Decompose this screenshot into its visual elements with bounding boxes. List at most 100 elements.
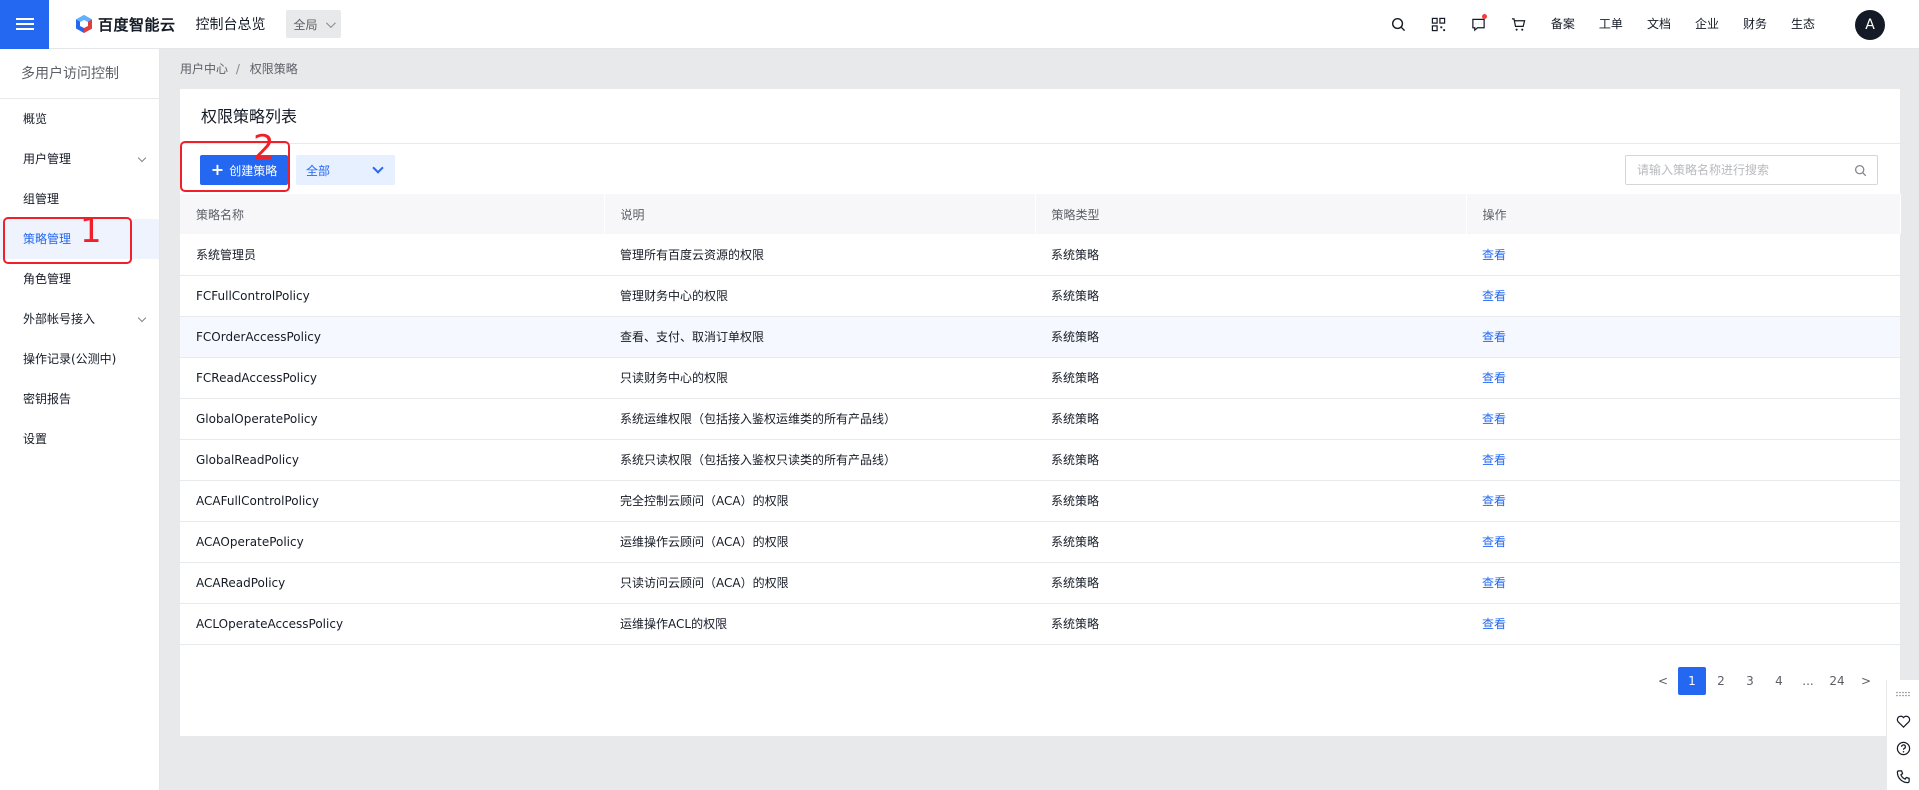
policy-description: 运维操作云顾问（ACA）的权限 xyxy=(604,521,1035,563)
search-icon xyxy=(1392,17,1406,32)
chevron-down-icon xyxy=(137,153,147,163)
sidebar-item-settings[interactable]: 设置 xyxy=(0,419,159,459)
policy-type: 系统策略 xyxy=(1035,275,1466,317)
policy-description: 完全控制云顾问（ACA）的权限 xyxy=(604,480,1035,522)
pagination-prev-button[interactable]: < xyxy=(1649,667,1677,695)
annotation-number-1: 1 xyxy=(80,211,102,251)
view-policy-link[interactable]: 查看 xyxy=(1482,494,1506,508)
message-icon xyxy=(1472,18,1486,32)
column-header-name: 策略名称 xyxy=(180,194,605,234)
pagination: < 1 2 3 4 ... 24 > xyxy=(1648,667,1880,695)
brand-logo[interactable]: 百度智能云 xyxy=(74,14,176,35)
top-navbar: 百度智能云 控制台总览 全局 备案 工单 文档 企业 财务 生态 A xyxy=(0,0,1919,49)
policy-description: 管理财务中心的权限 xyxy=(604,275,1035,317)
heart-icon xyxy=(1896,715,1910,728)
floating-help-toolbar xyxy=(1886,680,1919,790)
sidebar-item-label: 角色管理 xyxy=(23,272,72,286)
table-toolbar: + 创建策略 全部 xyxy=(180,145,1900,194)
policy-type: 系统策略 xyxy=(1035,562,1466,604)
view-policy-link[interactable]: 查看 xyxy=(1482,371,1506,385)
sidebar-title: 多用户访问控制 xyxy=(0,49,159,99)
policy-description: 只读财务中心的权限 xyxy=(604,357,1035,399)
drag-handle[interactable] xyxy=(1887,680,1919,708)
topnav-link-ecosystem[interactable]: 生态 xyxy=(1779,0,1827,49)
pagination-page-2[interactable]: 2 xyxy=(1707,667,1735,695)
pagination-page-1[interactable]: 1 xyxy=(1678,667,1706,695)
pagination-page-3[interactable]: 3 xyxy=(1736,667,1764,695)
search-icon[interactable] xyxy=(1854,164,1867,177)
policy-name: FCReadAccessPolicy xyxy=(180,357,604,399)
region-selector[interactable]: 全局 xyxy=(285,10,341,38)
hamburger-menu-button[interactable] xyxy=(0,0,49,49)
policy-search-box xyxy=(1625,155,1878,185)
breadcrumb: 用户中心 / 权限策略 xyxy=(180,60,298,77)
qr-code-button[interactable] xyxy=(1419,0,1459,49)
view-policy-link[interactable]: 查看 xyxy=(1482,289,1506,303)
table-row: 系统管理员 管理所有百度云资源的权限 系统策略 查看 xyxy=(180,234,1900,276)
table-row: GlobalOperatePolicy 系统运维权限（包括接入鉴权运维类的所有产… xyxy=(180,398,1900,440)
help-button[interactable] xyxy=(1887,735,1919,763)
view-policy-link[interactable]: 查看 xyxy=(1482,330,1506,344)
breadcrumb-current: 权限策略 xyxy=(249,62,298,76)
policy-list-panel: 权限策略列表 + 创建策略 全部 策略名称 说明 策略类型 操作 系统管理员 xyxy=(180,89,1901,736)
console-overview-link[interactable]: 控制台总览 xyxy=(196,14,266,34)
sidebar-item-label: 组管理 xyxy=(23,192,60,206)
policy-name: FCFullControlPolicy xyxy=(180,275,604,317)
policy-description: 运维操作ACL的权限 xyxy=(604,603,1035,645)
sidebar-item-role-management[interactable]: 角色管理 xyxy=(0,259,159,299)
messages-button[interactable] xyxy=(1459,0,1499,49)
policy-description: 系统只读权限（包括接入鉴权只读类的所有产品线） xyxy=(604,439,1035,481)
topnav-link-tickets[interactable]: 工单 xyxy=(1587,0,1635,49)
table-row: ACAOperatePolicy 运维操作云顾问（ACA）的权限 系统策略 查看 xyxy=(180,521,1900,563)
sidebar-item-overview[interactable]: 概览 xyxy=(0,99,159,139)
brand-name: 百度智能云 xyxy=(98,15,176,34)
contact-button[interactable] xyxy=(1887,763,1919,790)
favorite-button[interactable] xyxy=(1887,708,1919,736)
topnav-link-filing[interactable]: 备案 xyxy=(1539,0,1587,49)
qr-code-icon xyxy=(1432,17,1446,32)
policy-table: 策略名称 说明 策略类型 操作 系统管理员 管理所有百度云资源的权限 系统策略 … xyxy=(180,194,1901,645)
policy-description: 查看、支付、取消订单权限 xyxy=(604,316,1035,358)
cart-button[interactable] xyxy=(1499,0,1539,49)
policy-search-input[interactable] xyxy=(1637,163,1837,177)
sidebar-item-label: 密钥报告 xyxy=(23,392,72,406)
menu-icon xyxy=(15,15,34,33)
policy-type: 系统策略 xyxy=(1035,480,1466,522)
policy-type: 系统策略 xyxy=(1035,603,1466,645)
table-row: ACAReadPolicy 只读访问云顾问（ACA）的权限 系统策略 查看 xyxy=(180,562,1900,604)
pagination-page-4[interactable]: 4 xyxy=(1765,667,1793,695)
view-policy-link[interactable]: 查看 xyxy=(1482,576,1506,590)
view-policy-link[interactable]: 查看 xyxy=(1482,453,1506,467)
view-policy-link[interactable]: 查看 xyxy=(1482,412,1506,426)
pagination-page-24[interactable]: 24 xyxy=(1823,667,1851,695)
policy-name: FCOrderAccessPolicy xyxy=(180,316,604,358)
sidebar-item-external-account[interactable]: 外部帐号接入 xyxy=(0,299,159,339)
column-header-action: 操作 xyxy=(1466,194,1901,234)
policy-type: 系统策略 xyxy=(1035,234,1466,276)
pagination-next-button[interactable]: > xyxy=(1852,667,1880,695)
sidebar-item-operation-log[interactable]: 操作记录(公测中) xyxy=(0,339,159,379)
search-button[interactable] xyxy=(1379,0,1419,49)
policy-description: 管理所有百度云资源的权限 xyxy=(604,234,1035,276)
table-row: FCReadAccessPolicy 只读财务中心的权限 系统策略 查看 xyxy=(180,357,1900,399)
table-row: FCOrderAccessPolicy 查看、支付、取消订单权限 系统策略 查看 xyxy=(180,316,1900,358)
chevron-down-icon xyxy=(325,17,336,28)
table-row: GlobalReadPolicy 系统只读权限（包括接入鉴权只读类的所有产品线）… xyxy=(180,439,1900,481)
sidebar-item-key-report[interactable]: 密钥报告 xyxy=(0,379,159,419)
user-avatar[interactable]: A xyxy=(1855,9,1885,40)
policy-type: 系统策略 xyxy=(1035,357,1466,399)
topnav-link-docs[interactable]: 文档 xyxy=(1635,0,1683,49)
view-policy-link[interactable]: 查看 xyxy=(1482,617,1506,631)
view-policy-link[interactable]: 查看 xyxy=(1482,535,1506,549)
view-policy-link[interactable]: 查看 xyxy=(1482,248,1506,262)
breadcrumb-parent-link[interactable]: 用户中心 xyxy=(180,62,228,76)
table-row: ACLOperateAccessPolicy 运维操作ACL的权限 系统策略 查… xyxy=(180,603,1900,645)
filter-value: 全部 xyxy=(306,163,331,178)
phone-icon xyxy=(1896,770,1910,783)
policy-name: ACAFullControlPolicy xyxy=(180,480,604,522)
topnav-link-enterprise[interactable]: 企业 xyxy=(1683,0,1731,49)
topnav-link-finance[interactable]: 财务 xyxy=(1731,0,1779,49)
sidebar-item-label: 外部帐号接入 xyxy=(23,312,96,326)
policy-type-filter-select[interactable]: 全部 xyxy=(296,155,395,185)
sidebar-item-user-management[interactable]: 用户管理 xyxy=(0,139,159,179)
